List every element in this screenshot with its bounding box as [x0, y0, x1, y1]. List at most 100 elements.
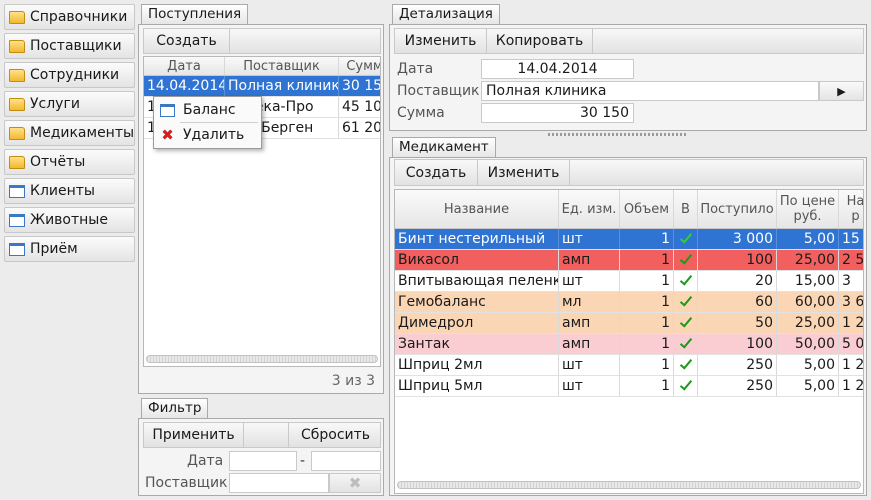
table-row[interactable]: Викасол амп 1 100 25,00 2 5 — [395, 250, 863, 271]
filter-toolbar: Применить Сбросить — [143, 422, 381, 448]
folder-icon — [9, 97, 25, 111]
column-header-price[interactable]: По цене руб. — [777, 190, 839, 228]
cell-name: Шприц 2мл — [395, 355, 559, 375]
nav-item[interactable]: Клиенты — [4, 178, 135, 204]
nav-item-label: Отчёты — [30, 154, 86, 170]
column-header-name[interactable]: Название — [395, 190, 559, 228]
cell-volume: 1 — [620, 229, 674, 249]
table-row[interactable]: Бинт нестерильныйшт1 3 0005,0015 0 — [395, 229, 863, 250]
folder-icon — [9, 68, 25, 82]
nav-item[interactable]: Отчёты — [4, 149, 135, 175]
cell-volume: 1 — [620, 292, 674, 312]
folder-icon — [9, 126, 25, 140]
nav-item[interactable]: Животные — [4, 207, 135, 233]
table-row[interactable]: Впитывающая пеленка шт 1 20 15,00 3 — [395, 271, 863, 292]
details-sum-field[interactable]: 30 150 — [481, 103, 634, 123]
cell-unit: мл — [559, 292, 620, 312]
medicine-grid: Название Ед. изм. Объем В Поступило По ц… — [394, 189, 864, 494]
checkmark-icon — [679, 377, 692, 391]
receipts-grid-header: Дата Поставщик Сумма — [144, 57, 380, 76]
column-header-volume[interactable]: Объем — [620, 190, 674, 228]
cell-volume: 1 — [620, 313, 674, 333]
details-sum-label: Сумма — [397, 105, 445, 121]
cell-in-stock — [674, 376, 698, 396]
receipts-horizontal-scrollbar[interactable] — [146, 355, 378, 363]
apply-filter-button[interactable]: Применить — [144, 423, 244, 447]
cell-volume: 1 — [620, 250, 674, 270]
edit-medicine-button[interactable]: Изменить — [478, 160, 570, 185]
cell-name: Гемобаланс — [395, 292, 559, 312]
column-header-date[interactable]: Дата — [144, 57, 225, 75]
copy-receipt-button[interactable]: Копировать — [487, 29, 593, 53]
column-header-stock[interactable]: На р — [839, 190, 863, 228]
filter-date-from-input[interactable] — [229, 451, 297, 471]
cell-qty: 250 — [698, 355, 777, 375]
cell-date: 14.04.2014 — [144, 76, 225, 96]
cell-stock: 2 5 — [839, 250, 863, 270]
cell-unit: шт — [559, 229, 620, 249]
create-medicine-button[interactable]: Создать — [395, 160, 478, 185]
checkmark-icon — [679, 251, 692, 265]
cell-name: Викасол — [395, 250, 559, 270]
context-menu-item-delete[interactable]: ✖ Удалить — [154, 124, 261, 146]
tab-receipts[interactable]: Поступления — [141, 4, 249, 24]
table-row[interactable]: Зантак амп 1 100 50,00 5 0 — [395, 334, 863, 355]
table-row[interactable]: Димедрол амп 1 50 25,00 1 2 — [395, 313, 863, 334]
column-header-received[interactable]: Поступило — [698, 190, 777, 228]
reset-filter-button[interactable]: Сбросить — [288, 423, 382, 447]
column-header-in[interactable]: В — [674, 190, 698, 228]
context-menu: Баланс ✖ Удалить — [153, 96, 262, 149]
cell-stock: 1 2 — [839, 313, 863, 333]
clear-supplier-button[interactable]: ✖ — [329, 473, 381, 493]
table-row[interactable]: 14.04.2014Полная клиника30 150 — [144, 76, 380, 97]
cell-stock: 15 0 — [839, 229, 863, 249]
select-supplier-button[interactable]: ▶ — [819, 81, 864, 101]
cell-qty: 250 — [698, 376, 777, 396]
context-menu-item-balance[interactable]: Баланс — [154, 99, 261, 121]
window-icon — [9, 213, 25, 227]
nav-item[interactable]: Услуги — [4, 91, 135, 117]
cell-stock: 5 0 — [839, 334, 863, 354]
details-supplier-field[interactable]: Полная клиника — [481, 81, 819, 101]
column-header-sum[interactable]: Сумма — [339, 57, 380, 75]
table-row[interactable]: Гемобаланс мл 1 60 60,00 3 6 — [395, 292, 863, 313]
filter-date-to-input[interactable] — [311, 451, 381, 471]
medicine-horizontal-scrollbar[interactable] — [397, 481, 861, 489]
nav-item[interactable]: Справочники — [4, 4, 135, 30]
context-menu-item-label: Баланс — [183, 102, 236, 118]
cell-name: Шприц 5мл — [395, 376, 559, 396]
details-toolbar: Изменить Копировать — [394, 28, 864, 54]
splitter-handle[interactable] — [548, 133, 688, 136]
folder-icon — [9, 10, 25, 24]
column-header-unit[interactable]: Ед. изм. — [559, 190, 620, 228]
filter-supplier-label: Поставщик — [145, 475, 228, 491]
details-panel: Изменить Копировать Дата 14.04.2014 Пост… — [389, 24, 867, 131]
cell-unit: амп — [559, 250, 620, 270]
tab-medicine[interactable]: Медикамент — [392, 137, 496, 157]
nav-item[interactable]: Сотрудники — [4, 62, 135, 88]
cell-stock: 3 6 — [839, 292, 863, 312]
tab-details[interactable]: Детализация — [392, 4, 500, 24]
cell-sum: 61 200 — [339, 118, 380, 138]
nav-item[interactable]: Приём — [4, 236, 135, 262]
nav-item-label: Сотрудники — [30, 67, 120, 83]
filter-date-label: Дата — [187, 453, 224, 469]
create-receipt-button[interactable]: Создать — [144, 29, 230, 53]
nav-item[interactable]: Медикаменты — [4, 120, 135, 146]
cell-volume: 1 — [620, 355, 674, 375]
filter-supplier-input[interactable] — [229, 473, 329, 493]
edit-receipt-button[interactable]: Изменить — [395, 29, 487, 53]
nav-item-label: Клиенты — [30, 183, 95, 199]
nav-item[interactable]: Поставщики — [4, 33, 135, 59]
details-date-field[interactable]: 14.04.2014 — [481, 59, 634, 79]
table-row[interactable]: Шприц 2мл шт 1 250 5,00 1 2 — [395, 355, 863, 376]
table-row[interactable]: Шприц 5мл шт 1 250 5,00 1 2 — [395, 376, 863, 397]
column-header-supplier[interactable]: Поставщик — [225, 57, 339, 75]
tab-filter[interactable]: Фильтр — [141, 398, 209, 418]
context-menu-divider — [180, 122, 258, 123]
details-date-label: Дата — [397, 61, 434, 77]
checkmark-icon — [679, 272, 692, 286]
cell-in-stock — [674, 229, 698, 249]
cell-price: 25,00 — [777, 313, 839, 333]
medicine-grid-header: Название Ед. изм. Объем В Поступило По ц… — [395, 190, 863, 229]
